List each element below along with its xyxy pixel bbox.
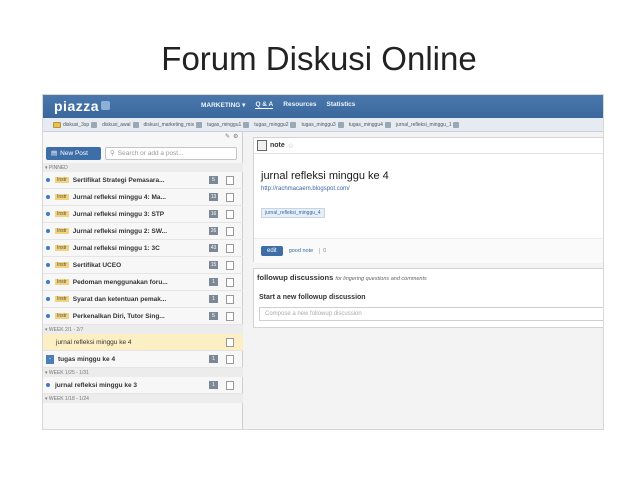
followup-start-label: Start a new followup discussion [259,294,366,301]
note-icon [226,295,234,304]
list-item[interactable]: Instr Jurnal refleksi minggu 3: STP 16 [43,206,243,223]
group-pinned[interactable]: ▾ PINNED [43,163,243,172]
note-icon [226,312,234,321]
note-title: jurnal refleksi minggu ke 4 [261,170,389,182]
list-item[interactable]: Instr Sertifikat Strategi Pemasara... 5 [43,172,243,189]
sidebar-toolbar: ▤ New Post ⚲ Search or add a post... [43,145,243,161]
followup-section: followup discussions for lingering quest… [253,268,603,328]
piazza-logo[interactable]: piazza [54,98,99,114]
note-link[interactable]: http://rachmacaem.blogspot.com/ [261,186,350,192]
followup-title: followup discussions for lingering quest… [257,273,427,282]
group-week[interactable]: ▾ WEEK 1/18 - 1/24 [43,394,243,403]
folder-count-badge [290,121,297,128]
list-item[interactable]: Instr Pedoman menggunakan foru... 1 [43,274,243,291]
piazza-screenshot: piazza MARKETING ▾ Q & A Resources Stati… [42,94,604,430]
post-sidebar: ✎ ⚙ ▤ New Post ⚲ Search or add a post... ▾… [43,132,243,429]
star-icon[interactable]: ☆ [288,142,294,150]
collapse-icon: - [46,354,54,364]
followup-compose-input[interactable]: Compose a new followup discussion [259,307,603,321]
nav-marketing[interactable]: MARKETING ▾ [201,101,245,109]
note-icon [226,261,234,270]
course-badge-icon [101,101,110,110]
new-post-icon: ▤ [51,150,58,157]
unread-dot-icon [46,178,50,182]
note-icon [226,193,234,202]
unread-dot-icon [46,229,50,233]
group-week[interactable]: ▾ WEEK 2/1 - 2/7 [43,325,243,334]
folder-item[interactable]: diskusi_3sp [53,121,98,128]
folder-count-badge [196,121,203,128]
sidebar-controls: ✎ ⚙ [43,132,243,142]
unread-dot-icon [46,314,50,318]
folder-item[interactable]: jurnal_refleksi_minggu_1 [396,121,460,128]
unread-dot-icon [46,280,50,284]
note-icon [226,227,234,236]
list-item[interactable]: Instr Jurnal refleksi minggu 2: SW... 26 [43,223,243,240]
folder-count-badge [91,121,98,128]
pin-icon[interactable]: ✎ [225,133,230,140]
note-card: note ☆ jurnal refleksi minggu ke 4 http:… [253,137,603,263]
new-post-button[interactable]: ▤ New Post [46,146,101,160]
folder-item[interactable]: tugas_minggu3 [301,121,344,128]
folder-item[interactable]: tugas_minggu4 [349,121,391,128]
list-item[interactable]: Instr Sertifikat UCEO 15 [43,257,243,274]
unread-dot-icon [46,195,50,199]
note-icon [226,176,234,185]
list-item[interactable]: - tugas minggu ke 41 [43,351,243,368]
unread-dot-icon [46,246,50,250]
folder-tag[interactable]: jurnal_refleksi_minggu_4 [261,208,325,218]
folder-icon [53,121,61,128]
note-icon [226,278,234,287]
list-item[interactable]: jurnal refleksi minggu ke 31 [43,377,243,394]
folder-count-badge [384,121,391,128]
good-note-button[interactable]: good note [289,248,313,254]
main-panel: note ☆ jurnal refleksi minggu ke 4 http:… [248,132,603,429]
unread-dot-icon [46,383,50,387]
top-navbar: piazza MARKETING ▾ Q & A Resources Stati… [43,95,603,118]
note-icon [257,140,267,151]
gear-icon[interactable]: ⚙ [233,133,238,140]
note-icon [226,210,234,219]
folder-count-badge [337,121,344,128]
group-week[interactable]: ▾ WEEK 1/25 - 1/31 [43,368,243,377]
search-input[interactable]: ⚲ Search or add a post... [105,146,237,160]
search-icon: ⚲ [110,150,115,157]
folder-item[interactable]: diskusi_marketing_mix [144,121,203,128]
list-item[interactable]: Instr Syarat dan ketentuan pemak... 1 [43,291,243,308]
nav-statistics[interactable]: Statistics [327,101,356,109]
folder-item[interactable]: tugas_minggu1 [207,121,250,128]
note-icon [226,244,234,253]
note-icon [226,381,234,390]
nav-resources[interactable]: Resources [283,101,316,109]
note-icon [226,355,234,364]
good-note-count: 0 [319,248,326,254]
folder-count-badge [132,121,139,128]
nav-qa[interactable]: Q & A [255,101,274,109]
nav-links: MARKETING ▾ Q & A Resources Statistics [201,101,355,109]
list-item-selected[interactable]: jurnal refleksi minggu ke 4 [43,334,243,351]
folder-bar: diskusi_3sp diskusi_awal diskusi_marketi… [43,118,603,132]
list-item[interactable]: Instr Perkenalkan Diri, Tutor Sing... 5 [43,308,243,325]
slide-title: Forum Diskusi Online [161,40,477,77]
list-item[interactable]: Instr Jurnal refleksi minggu 1: 3C 43 [43,240,243,257]
unread-dot-icon [46,263,50,267]
folder-count-badge [243,121,250,128]
folder-item[interactable]: diskusi_awal [102,121,139,128]
note-actions: edit good note 0 [254,238,603,263]
edit-button[interactable]: edit [261,246,283,256]
folder-count-badge [453,121,460,128]
list-item[interactable]: Instr Jurnal refleksi minggu 4: Ma... 13 [43,189,243,206]
unread-dot-icon [46,212,50,216]
note-icon [226,338,234,347]
unread-dot-icon [46,297,50,301]
note-header: note ☆ [254,138,603,154]
folder-item[interactable]: tugas_minggu2 [254,121,297,128]
